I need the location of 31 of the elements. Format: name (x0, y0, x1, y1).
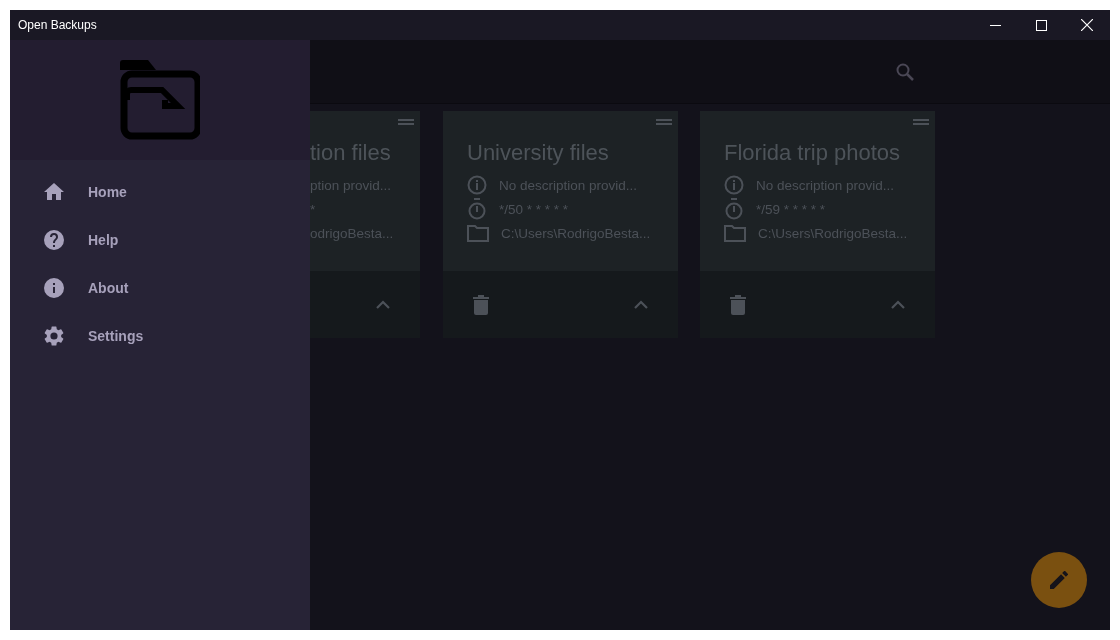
folder-icon (724, 224, 746, 242)
minimize-icon (989, 24, 1001, 26)
trash-icon[interactable] (730, 294, 746, 315)
drag-handle-icon[interactable] (398, 119, 414, 125)
window-title: Open Backups (18, 18, 98, 32)
timer-icon (467, 198, 487, 220)
info-icon (44, 278, 64, 298)
edit-button[interactable] (1031, 552, 1087, 608)
info-icon (724, 175, 744, 195)
close-icon (1081, 19, 1093, 31)
drag-handle-icon[interactable] (656, 119, 672, 125)
backup-schedule: * (310, 201, 316, 217)
maximize-icon (1035, 19, 1047, 31)
drag-handle-icon[interactable] (913, 119, 929, 125)
help-icon (44, 230, 64, 250)
info-icon (467, 175, 487, 195)
timer-icon (724, 198, 744, 220)
chevron-up-icon[interactable] (634, 300, 648, 309)
chevron-up-icon[interactable] (376, 300, 390, 309)
chevron-up-icon[interactable] (891, 300, 905, 309)
folder-logo-icon (120, 60, 200, 140)
trash-icon[interactable] (473, 294, 489, 315)
drawer-item[interactable]: Settings (10, 312, 310, 360)
home-icon (44, 183, 64, 201)
settings-icon (44, 326, 64, 346)
pencil-icon (1050, 571, 1068, 589)
search-icon[interactable] (896, 62, 914, 81)
drawer-item[interactable]: Home (10, 168, 310, 216)
drawer-item[interactable]: About (10, 264, 310, 312)
drawer-item[interactable]: Help (10, 216, 310, 264)
folder-icon (467, 224, 489, 242)
